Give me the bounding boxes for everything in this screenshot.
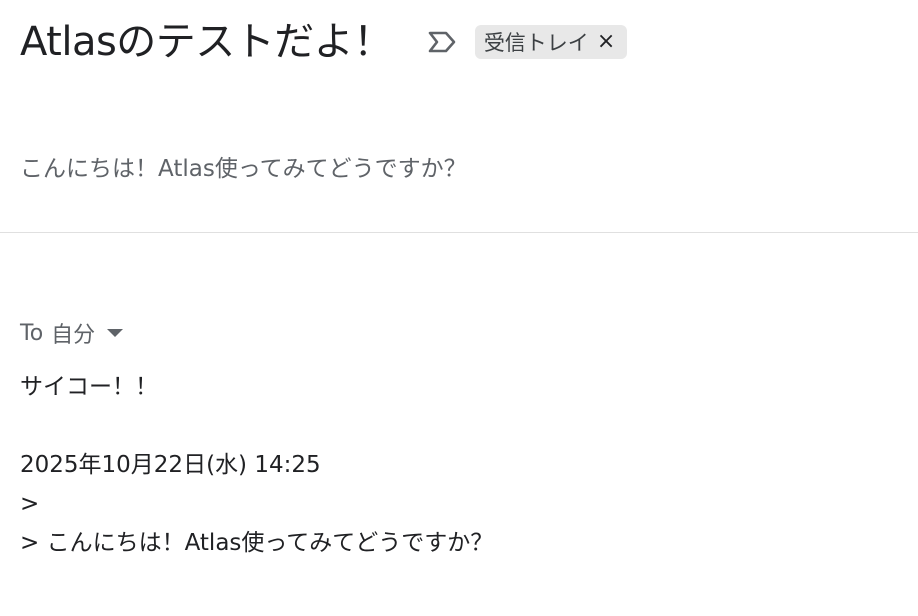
collapsed-message-snippet[interactable]: こんにちは！Atlas使ってみてどうですか？: [20, 151, 467, 187]
recipient-name: 自分: [51, 323, 96, 348]
body-line: サイコー！！: [20, 374, 158, 400]
email-thread-view: Atlasのテストだよ！ 受信トレイ × こんにちは！Atlas使ってみてどうで…: [0, 0, 918, 616]
importance-marker-icon[interactable]: [425, 27, 459, 57]
caret-down-icon[interactable]: [107, 329, 124, 337]
remove-label-button[interactable]: ×: [597, 31, 615, 53]
to-label: To: [20, 320, 44, 346]
message-body: サイコー！！ 2025年10月22日(水) 14:25 > > こんにちは！At…: [20, 368, 493, 563]
inbox-label-chip: 受信トレイ ×: [474, 25, 628, 59]
recipient-details-toggle[interactable]: To 自分: [20, 316, 124, 350]
label-chip-text: 受信トレイ: [483, 31, 589, 55]
body-blank-line: [20, 407, 493, 446]
importance-marker-shape: [428, 31, 456, 53]
message-divider: [0, 232, 918, 233]
email-subject: Atlasのテストだよ！: [20, 19, 393, 65]
quote-header: 2025年10月22日(水) 14:25: [20, 452, 321, 478]
thread-header: Atlasのテストだよ！ 受信トレイ ×: [20, 14, 628, 70]
quoted-line: >: [20, 491, 40, 517]
quoted-line: > こんにちは！Atlas使ってみてどうですか？: [20, 530, 494, 556]
